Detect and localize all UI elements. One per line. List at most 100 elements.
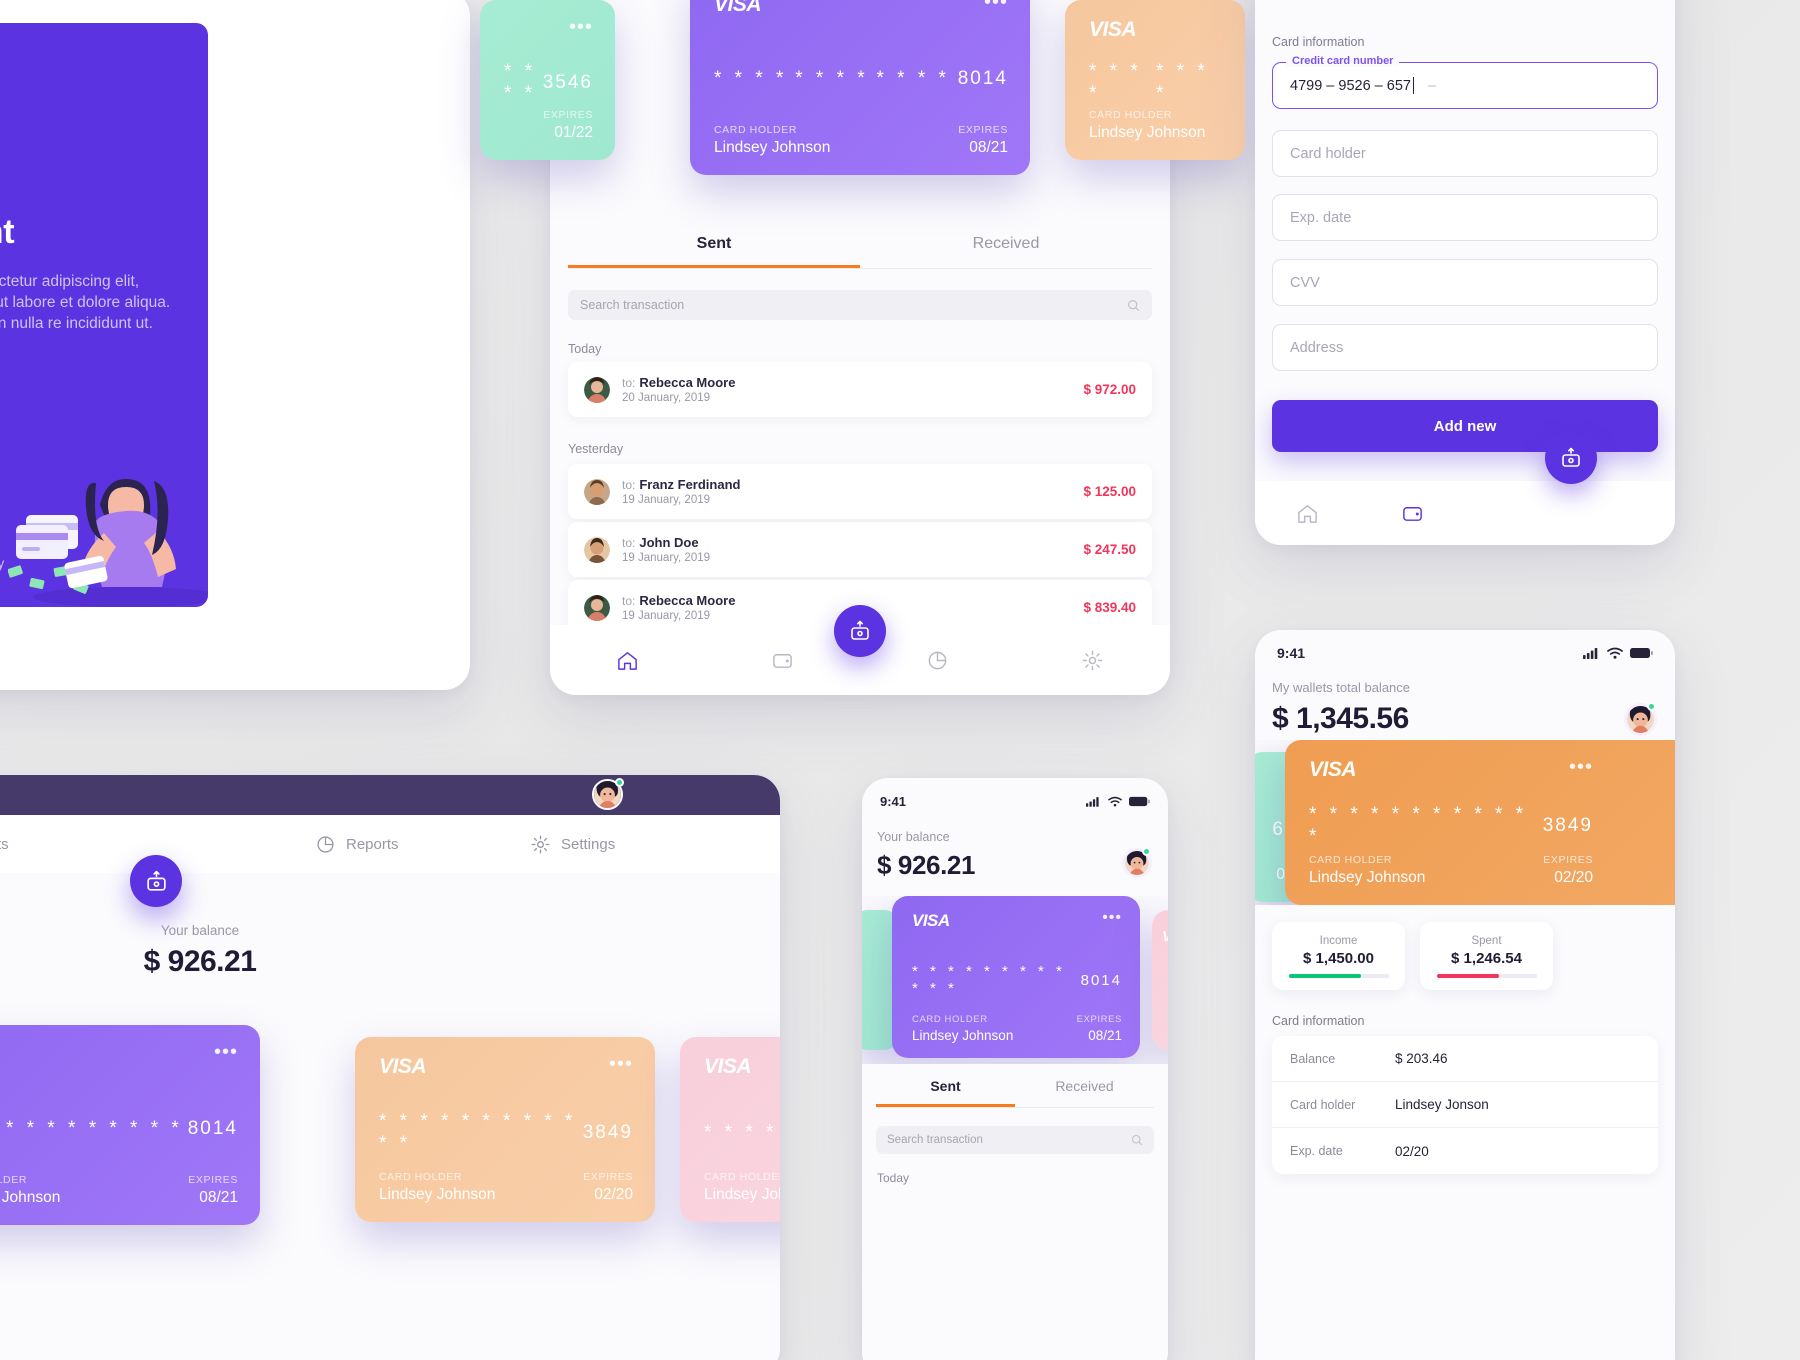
add-card-icon bbox=[1562, 447, 1580, 467]
table-row[interactable]: to: Franz Ferdinand 19 January, 2019 $ 12… bbox=[568, 464, 1152, 519]
card-masked: * * * * * * * * * * * * bbox=[1309, 803, 1528, 847]
phone-transaction-tabs[interactable]: Sent Received bbox=[876, 1078, 1154, 1108]
card-number: * * * * 3546 bbox=[504, 61, 593, 105]
tablet-app-panel: ••• * * * * 3546 EXPIRES 01/22 VISA ••• … bbox=[480, 0, 1245, 695]
wallet-balance-label: My wallets total balance bbox=[1272, 680, 1411, 695]
card-footer: EXPIRES 01/22 bbox=[504, 109, 593, 142]
card-menu-icon[interactable]: ••• bbox=[984, 0, 1008, 14]
group-label-today: Today bbox=[568, 342, 602, 356]
online-status-dot bbox=[1142, 847, 1151, 856]
transaction-tabs[interactable]: Sent Received bbox=[568, 235, 1152, 269]
wifi-icon bbox=[1108, 796, 1122, 806]
card-menu-icon[interactable]: ••• bbox=[1102, 909, 1122, 927]
card-expires: 01/22 bbox=[554, 124, 593, 141]
table-row[interactable]: to: John Doe 19 January, 2019 $ 247.50 bbox=[568, 522, 1152, 577]
cellular-icon bbox=[1086, 796, 1099, 807]
search-placeholder: Search transaction bbox=[580, 298, 685, 312]
card-menu-icon[interactable]: ••• bbox=[1569, 756, 1593, 779]
card-masked-2: * * * * bbox=[1156, 61, 1209, 105]
table-row: Exp. date 02/20 bbox=[1272, 1128, 1658, 1174]
desktop-balance-value: $ 926.21 bbox=[143, 945, 257, 978]
add-new-button[interactable]: Add new bbox=[1272, 400, 1658, 452]
credit-card-number-field[interactable]: Credit card number 4799 – 9526 – 657 – bbox=[1272, 55, 1658, 109]
card-footer: CARD HOLDER Lindsey Joh bbox=[704, 1171, 780, 1203]
nav-item-wallets[interactable]: Wallets bbox=[0, 836, 9, 853]
card-holder-placeholder: Card holder bbox=[1290, 145, 1366, 162]
nav-home[interactable] bbox=[1255, 502, 1360, 525]
exp-date-field[interactable]: Exp. date bbox=[1272, 194, 1658, 241]
transaction-date: 19 January, 2019 bbox=[622, 610, 711, 622]
tab-received[interactable]: Received bbox=[1015, 1078, 1154, 1107]
showcase-stage: pp eate account ipsum dolor sit amet, co… bbox=[0, 0, 1800, 1360]
address-placeholder: Address bbox=[1290, 339, 1344, 356]
stat-income-label: Income bbox=[1319, 934, 1358, 947]
search-transaction-input[interactable]: Search transaction bbox=[568, 290, 1152, 320]
bank-card-pink[interactable]: V bbox=[1152, 910, 1168, 1050]
nav-settings-label: Settings bbox=[561, 835, 616, 853]
settings-icon bbox=[1082, 650, 1103, 670]
add-card-fab[interactable] bbox=[1545, 432, 1597, 484]
card-menu-icon[interactable]: ••• bbox=[569, 16, 593, 39]
stat-spent-bar bbox=[1436, 973, 1537, 978]
nav-item-settings[interactable]: Settings bbox=[530, 834, 615, 855]
phone-card-carousel[interactable]: VISA ••• * * * * * * * * * * * * 8014 CA… bbox=[862, 896, 1168, 1064]
form-section-title: Card information bbox=[1272, 35, 1365, 49]
bank-card-green[interactable]: ••• * * * * 3546 EXPIRES 01/22 bbox=[480, 0, 615, 160]
tablet-card-carousel[interactable]: ••• * * * * 3546 EXPIRES 01/22 VISA ••• … bbox=[480, 0, 1245, 190]
nav-wallet[interactable] bbox=[705, 649, 860, 672]
bank-card-orange[interactable]: VISA ••• * * * * * * * * * * * * 3849 CA… bbox=[355, 1037, 655, 1222]
bank-card-purple-active[interactable]: VISA ••• * * * * * * * * * * * * 8014 CA… bbox=[892, 896, 1140, 1058]
transaction-name: to: Rebecca Moore bbox=[622, 375, 736, 390]
card-footer: CARD HOLDER Lindsey Johnson EXPIRES 08/2… bbox=[714, 124, 1008, 157]
group-label-yesterday: Yesterday bbox=[568, 442, 624, 456]
nav-settings[interactable] bbox=[1015, 649, 1170, 672]
desktop-balance-label: Your balance bbox=[160, 923, 240, 938]
card-holder: Lindsey Johnson bbox=[1089, 124, 1206, 141]
transaction-date: 20 January, 2019 bbox=[622, 392, 711, 404]
card-holder: Lindsey Johnson bbox=[714, 139, 831, 156]
card-number: * * * * * * * * bbox=[1089, 61, 1223, 105]
nav-home[interactable] bbox=[550, 649, 705, 672]
card-masked: * * * * bbox=[504, 61, 537, 105]
nav-wallets-label: Wallets bbox=[0, 835, 9, 853]
bank-card-purple[interactable]: VISA ••• * * * * * * * * * * * * 8014 CA… bbox=[690, 0, 1030, 175]
privacy-link[interactable]: Privicy Policy bbox=[0, 556, 4, 571]
visa-logo: VISA bbox=[1089, 18, 1137, 41]
card-information-title: Card information bbox=[1272, 1014, 1365, 1028]
add-card-fab[interactable] bbox=[130, 855, 182, 907]
nav-item-reports[interactable]: Reports bbox=[315, 834, 399, 855]
card-last4: 3849 bbox=[1542, 814, 1593, 836]
desktop-topbar bbox=[0, 775, 780, 815]
wallet-card-carousel[interactable]: 6 0 VISA ••• * * * * * * * * * * * * 384… bbox=[1255, 740, 1675, 905]
search-transaction-input[interactable]: Search transaction bbox=[876, 1126, 1154, 1154]
bank-card-purple[interactable]: VISA ••• * * * * * * * * * * * * 8014 CA… bbox=[0, 1025, 260, 1225]
card-holder-field[interactable]: Card holder bbox=[1272, 130, 1658, 177]
wallet-phone-panel: 9:41 My wallets total balance $ 1,345.56… bbox=[1255, 630, 1675, 1360]
row-key: Exp. date bbox=[1290, 1144, 1343, 1158]
add-card-fab[interactable] bbox=[834, 605, 886, 657]
bank-card-pink[interactable]: VISA * * * * * * * * CARD HOLDER Lindsey… bbox=[680, 1037, 780, 1222]
stat-spent-label: Spent bbox=[1471, 934, 1502, 947]
table-row[interactable]: to: Rebecca Moore 20 January, 2019 $ 972.… bbox=[568, 362, 1152, 417]
transaction-prefix: to: bbox=[622, 376, 636, 390]
transaction-info: to: Franz Ferdinand 19 January, 2019 bbox=[622, 477, 740, 506]
tab-sent[interactable]: Sent bbox=[568, 235, 860, 268]
card-expires-label: EXPIRES bbox=[958, 124, 1008, 136]
card-expires: 08/21 bbox=[969, 139, 1008, 156]
card-menu-icon[interactable]: ••• bbox=[609, 1053, 633, 1076]
tab-sent[interactable]: Sent bbox=[876, 1078, 1015, 1107]
cvv-field[interactable]: CVV bbox=[1272, 259, 1658, 306]
stat-income: Income $ 1,450.00 bbox=[1272, 922, 1405, 990]
search-icon bbox=[1131, 1134, 1143, 1146]
status-icons bbox=[1086, 796, 1150, 807]
card-menu-icon[interactable]: ••• bbox=[214, 1041, 238, 1064]
nav-wallet[interactable] bbox=[1360, 502, 1465, 525]
form-bottom-nav[interactable] bbox=[1255, 481, 1675, 545]
desktop-nav[interactable]: Wallets Reports Settings bbox=[0, 815, 780, 873]
row-value: Lindsey Jonson bbox=[1395, 1097, 1489, 1112]
bank-card-orange-active[interactable]: VISA ••• * * * * * * * * * * * * 3849 CA… bbox=[1285, 740, 1675, 905]
bank-card-orange[interactable]: VISA * * * * * * * * CARD HOLDER Lindsey… bbox=[1065, 0, 1245, 160]
tab-received[interactable]: Received bbox=[860, 235, 1152, 268]
address-field[interactable]: Address bbox=[1272, 324, 1658, 371]
nav-reports[interactable] bbox=[860, 649, 1015, 672]
